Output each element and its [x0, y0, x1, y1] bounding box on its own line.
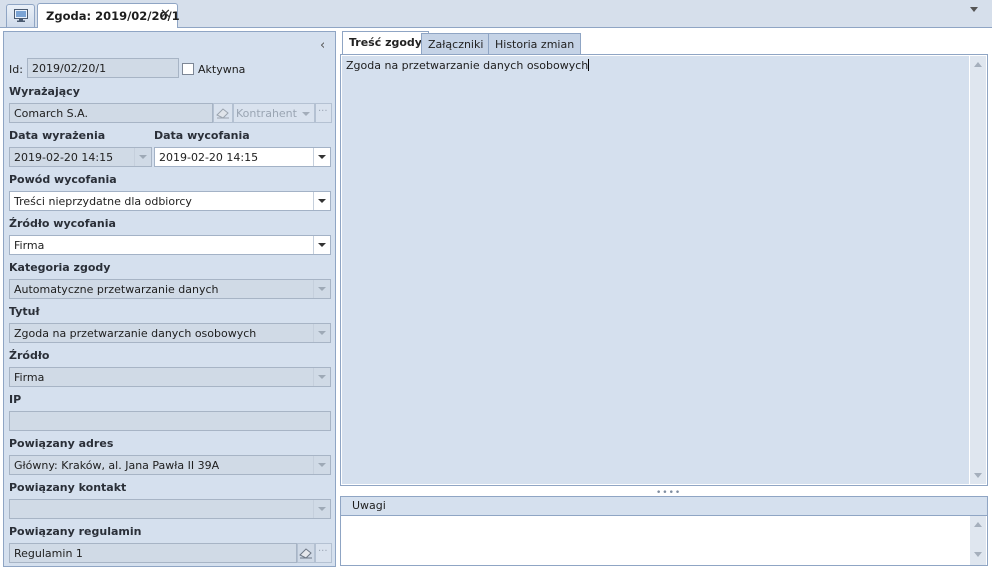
scroll-up-icon[interactable]: [974, 522, 982, 527]
title-select[interactable]: Zgoda na przetwarzanie danych osobowych: [9, 323, 331, 343]
withdraw-reason-label: Powód wycofania: [9, 173, 117, 186]
address-select[interactable]: Główny: Kraków, al. Jana Pawła II 39A: [9, 455, 331, 475]
category-label: Kategoria zgody: [9, 261, 111, 274]
scroll-down-icon[interactable]: [974, 473, 982, 478]
title-label: Tytuł: [9, 305, 40, 318]
document-tab-strip: Zgoda: 2019/02/20/1 ✕: [0, 0, 992, 28]
party-type-text: Kontrahent: [236, 107, 297, 120]
party-browse-button[interactable]: ···: [315, 103, 332, 123]
clear-regulation-button[interactable]: [297, 543, 315, 563]
dropdown-arrow-icon[interactable]: [313, 368, 330, 386]
regulation-label: Powiązany regulamin: [9, 525, 142, 538]
notes-panel: Uwagi: [340, 496, 988, 566]
ellipsis-icon: ···: [318, 546, 328, 557]
dropdown-arrow-icon[interactable]: [134, 148, 151, 166]
regulation-browse-button[interactable]: ···: [315, 543, 332, 563]
eraser-icon: [299, 548, 312, 559]
scroll-down-icon[interactable]: [974, 552, 982, 557]
id-label: Id:: [9, 63, 23, 76]
contact-select[interactable]: [9, 499, 331, 519]
active-label: Aktywna: [198, 63, 246, 76]
tab-change-history[interactable]: Historia zmian: [488, 33, 582, 54]
text-caret: [588, 59, 590, 71]
dropdown-arrow-icon[interactable]: [313, 148, 330, 166]
withdraw-date-label: Data wycofania: [154, 129, 250, 142]
consent-content-text: Zgoda na przetwarzanie danych osobowych: [346, 59, 589, 72]
dropdown-arrow-icon[interactable]: [313, 500, 330, 518]
address-label: Powiązany adres: [9, 437, 114, 450]
monitor-icon: [14, 9, 28, 22]
contact-label: Powiązany kontakt: [9, 481, 127, 494]
notes-label: Uwagi: [352, 499, 386, 512]
dropdown-arrow-icon[interactable]: [313, 192, 330, 210]
notes-textarea[interactable]: [342, 516, 969, 565]
home-tab[interactable]: [6, 4, 35, 27]
party-label: Wyrażający: [9, 85, 80, 98]
id-field[interactable]: 2019/02/20/1: [27, 58, 179, 78]
consent-date-field[interactable]: 2019-02-20 14:15: [9, 147, 152, 167]
dropdown-arrow-icon[interactable]: [313, 236, 330, 254]
category-select[interactable]: Automatyczne przetwarzanie danych: [9, 279, 331, 299]
withdraw-source-select[interactable]: Firma: [9, 235, 331, 255]
dropdown-arrow-icon[interactable]: [313, 324, 330, 342]
dropdown-arrow-icon: [302, 112, 310, 116]
notes-header: Uwagi: [341, 497, 987, 516]
party-field[interactable]: Comarch S.A.: [9, 103, 213, 123]
active-checkbox[interactable]: [182, 63, 194, 75]
withdraw-reason-select[interactable]: Treści nieprzydatne dla odbiorcy: [9, 191, 331, 211]
notes-scrollbar[interactable]: [970, 516, 986, 565]
eraser-icon: [216, 108, 229, 119]
ellipsis-icon: ···: [318, 106, 328, 117]
ip-field[interactable]: [9, 411, 331, 431]
source-label: Źródło: [9, 349, 50, 362]
scroll-up-icon[interactable]: [974, 62, 982, 67]
tab-list-dropdown-icon[interactable]: [970, 7, 978, 12]
chevron-left-icon[interactable]: ‹: [320, 38, 325, 53]
dropdown-arrow-icon[interactable]: [313, 456, 330, 474]
editor-body[interactable]: Zgoda na przetwarzanie danych osobowych: [342, 56, 969, 484]
tab-consent-content[interactable]: Treść zgody: [342, 31, 429, 55]
clear-party-button[interactable]: [213, 103, 233, 123]
regulation-field[interactable]: Regulamin 1: [9, 543, 297, 563]
document-tab[interactable]: Zgoda: 2019/02/20/1 ✕: [37, 3, 180, 28]
withdraw-date-field[interactable]: 2019-02-20 14:15: [154, 147, 331, 167]
consent-content-editor[interactable]: Zgoda na przetwarzanie danych osobowych: [340, 54, 988, 486]
withdraw-source-label: Źródło wycofania: [9, 217, 116, 230]
ip-label: IP: [9, 393, 22, 406]
consent-form-panel: ‹ Id: 2019/02/20/1 Aktywna Wyrażający Co…: [3, 31, 336, 567]
source-select[interactable]: Firma: [9, 367, 331, 387]
dropdown-arrow-icon[interactable]: [313, 280, 330, 298]
editor-scrollbar[interactable]: [970, 56, 986, 484]
consent-date-label: Data wyrażenia: [9, 129, 106, 142]
close-icon[interactable]: ✕: [160, 7, 171, 22]
tab-attachments[interactable]: Załączniki: [421, 33, 491, 54]
party-type-select[interactable]: Kontrahent: [233, 103, 315, 123]
